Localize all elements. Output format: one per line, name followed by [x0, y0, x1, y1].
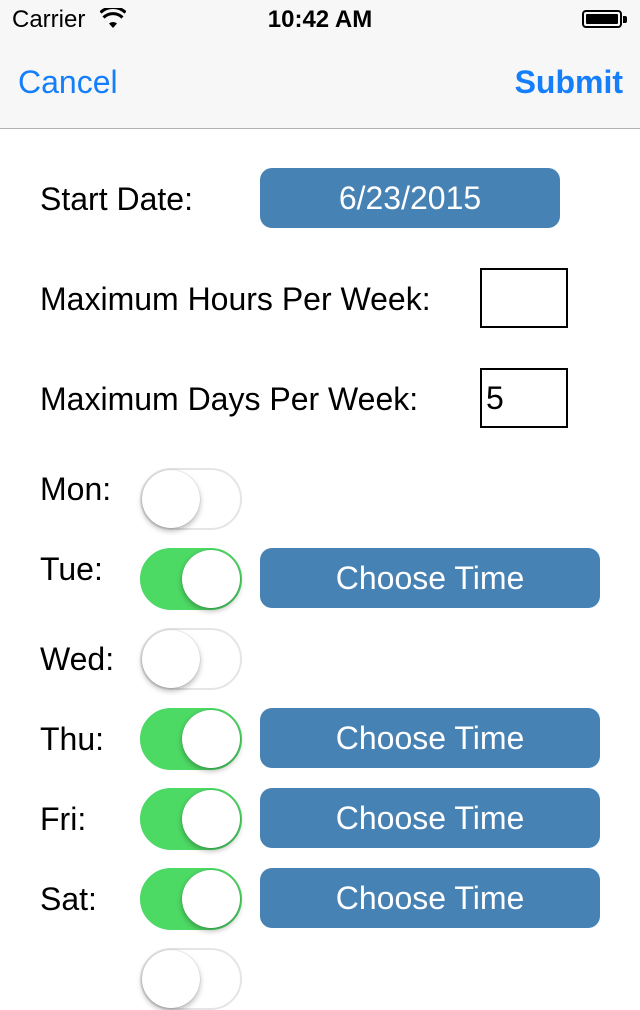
- toggle-thu[interactable]: [140, 708, 242, 770]
- cancel-button[interactable]: Cancel: [18, 64, 118, 101]
- toggle-knob: [182, 790, 240, 848]
- choose-time-button-tue[interactable]: Choose Time: [260, 548, 600, 608]
- day-label-fri: Fri:: [40, 801, 87, 837]
- day-label-sat: Sat:: [40, 881, 97, 917]
- clock: 10:42 AM: [267, 6, 373, 33]
- start-date-button[interactable]: 6/23/2015: [260, 168, 560, 228]
- submit-button[interactable]: Submit: [515, 64, 623, 101]
- toggle-knob: [142, 470, 200, 528]
- max-hours-field[interactable]: [480, 268, 568, 328]
- choose-time-button-sat[interactable]: Choose Time: [260, 868, 600, 928]
- toggle-knob: [182, 550, 240, 608]
- day-label-tue: Tue:: [40, 551, 103, 587]
- choose-time-button-fri[interactable]: Choose Time: [260, 788, 600, 848]
- toggle-tue[interactable]: [140, 548, 242, 610]
- status-bar: Carrier 10:42 AM: [0, 0, 640, 40]
- toggle-sun[interactable]: [140, 948, 242, 1010]
- day-label-mon: Mon:: [40, 471, 112, 507]
- toggle-sat[interactable]: [140, 868, 242, 930]
- toggle-fri[interactable]: [140, 788, 242, 850]
- max-days-label: Maximum Days Per Week:: [40, 381, 419, 417]
- choose-time-button-thu[interactable]: Choose Time: [260, 708, 600, 768]
- toggle-knob: [182, 870, 240, 928]
- start-date-label: Start Date:: [40, 181, 193, 217]
- toggle-wed[interactable]: [140, 628, 242, 690]
- navigation-bar: Cancel Submit: [0, 40, 640, 129]
- toggle-knob: [142, 630, 200, 688]
- toggle-knob: [142, 950, 200, 1008]
- max-days-field[interactable]: 5: [480, 368, 568, 428]
- toggle-knob: [182, 710, 240, 768]
- day-label-thu: Thu:: [40, 721, 105, 757]
- toggle-mon[interactable]: [140, 468, 242, 530]
- battery-icon: [582, 10, 628, 30]
- max-hours-label: Maximum Hours Per Week:: [40, 281, 431, 317]
- day-label-wed: Wed:: [40, 641, 115, 677]
